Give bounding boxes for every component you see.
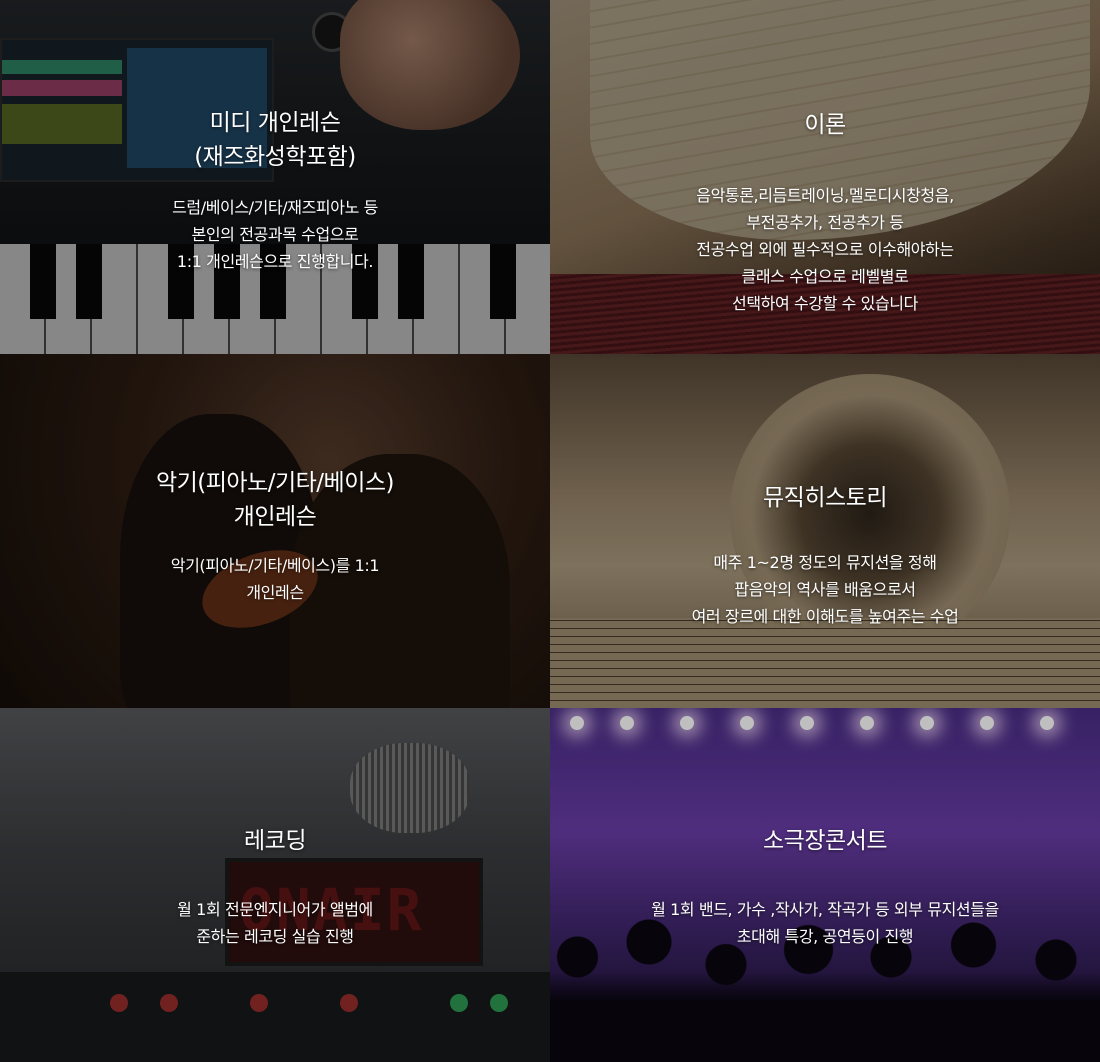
tile-instrument-lesson[interactable]: 악기(피아노/기타/베이스) 개인레슨 악기(피아노/기타/베이스)를 1:1 … (0, 354, 550, 708)
tile-concert[interactable]: 소극장콘서트 월 1회 밴드, 가수 ,작사가, 작곡가 등 외부 뮤지션들을 … (550, 708, 1100, 1062)
tile-title: 소극장콘서트 (763, 828, 887, 854)
tile-description: 매주 1~2명 정도의 뮤지션을 정해 팝음악의 역사를 배움으로서 여러 장르… (691, 553, 959, 626)
tile-title: 레코딩 (244, 828, 306, 854)
tile-music-history[interactable]: 뮤직히스토리 매주 1~2명 정도의 뮤지션을 정해 팝음악의 역사를 배움으로… (550, 354, 1100, 708)
tile-description: 월 1회 밴드, 가수 ,작사가, 작곡가 등 외부 뮤지션들을 초대해 특강,… (651, 900, 999, 946)
tile-description: 드럼/베이스/기타/재즈피아노 등 본인의 전공과목 수업으로 1:1 개인레슨… (172, 198, 378, 271)
tile-title: 이론 (804, 112, 846, 138)
curriculum-grid: 미디 개인레슨 (재즈화성학포함) 드럼/베이스/기타/재즈피아노 등 본인의 … (0, 0, 1100, 1062)
tile-description: 음악통론,리듬트레이닝,멜로디시창청음, 부전공추가, 전공추가 등 전공수업 … (696, 186, 954, 313)
tile-description: 악기(피아노/기타/베이스)를 1:1 개인레슨 (170, 556, 380, 602)
tile-title: 뮤직히스토리 (763, 485, 887, 511)
tile-theory[interactable]: 이론 음악통론,리듬트레이닝,멜로디시창청음, 부전공추가, 전공추가 등 전공… (550, 0, 1100, 354)
tile-midi-lesson[interactable]: 미디 개인레슨 (재즈화성학포함) 드럼/베이스/기타/재즈피아노 등 본인의 … (0, 0, 550, 354)
tile-recording[interactable]: ONAIR 레코딩 월 1회 전문엔지니어가 앨범에 준하는 레코딩 실습 진행 (0, 708, 550, 1062)
tile-title: 악기(피아노/기타/베이스) 개인레슨 (155, 470, 395, 530)
tile-description: 월 1회 전문엔지니어가 앨범에 준하는 레코딩 실습 진행 (177, 900, 373, 946)
tile-title: 미디 개인레슨 (재즈화성학포함) (194, 110, 356, 170)
